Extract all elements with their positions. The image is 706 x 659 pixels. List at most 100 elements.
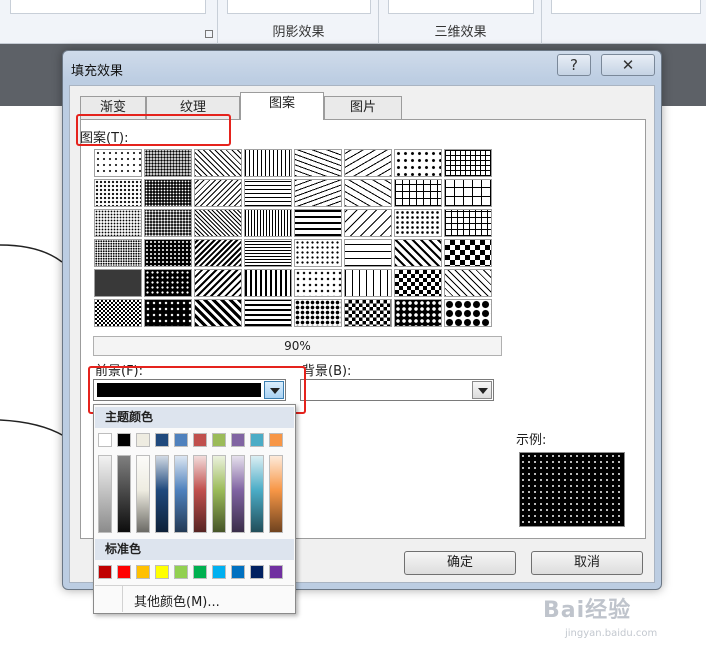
pattern-cell[interactable] — [444, 179, 492, 207]
theme-color-shade-column[interactable] — [98, 455, 112, 533]
theme-color-swatch[interactable] — [250, 433, 264, 447]
ribbon-group-label: 三维效果 — [434, 25, 487, 40]
standard-colors-header: 标准色 — [95, 539, 294, 560]
theme-color-swatch[interactable] — [193, 433, 207, 447]
theme-color-swatch[interactable] — [155, 433, 169, 447]
standard-color-row — [98, 565, 288, 579]
pattern-cell[interactable] — [94, 299, 142, 327]
theme-color-shade-column[interactable] — [212, 455, 226, 533]
pattern-cell[interactable] — [244, 209, 292, 237]
pattern-cell[interactable] — [294, 269, 342, 297]
theme-color-shade-column[interactable] — [174, 455, 188, 533]
pattern-cell[interactable] — [244, 239, 292, 267]
ribbon-control[interactable] — [10, 0, 206, 14]
pattern-cell[interactable] — [244, 179, 292, 207]
close-button[interactable]: ✕ — [601, 54, 655, 76]
theme-color-swatch[interactable] — [231, 433, 245, 447]
cancel-button[interactable]: 取消 — [531, 551, 643, 575]
theme-color-shade-column[interactable] — [250, 455, 264, 533]
pattern-cell[interactable] — [394, 269, 442, 297]
pattern-cell[interactable] — [144, 239, 192, 267]
pattern-cell[interactable] — [144, 269, 192, 297]
theme-color-swatch[interactable] — [174, 433, 188, 447]
dialog-launcher-icon[interactable] — [205, 30, 213, 38]
pattern-cell[interactable] — [244, 269, 292, 297]
pattern-cell[interactable] — [194, 239, 242, 267]
pattern-cell[interactable] — [294, 209, 342, 237]
pattern-cell[interactable] — [194, 179, 242, 207]
pattern-cell[interactable] — [94, 209, 142, 237]
theme-color-swatch[interactable] — [269, 433, 283, 447]
pattern-grid — [93, 148, 493, 328]
pattern-cell[interactable] — [394, 179, 442, 207]
pattern-cell[interactable] — [94, 149, 142, 177]
pattern-cell[interactable] — [244, 149, 292, 177]
theme-color-shade-column[interactable] — [117, 455, 131, 533]
theme-color-shade-column[interactable] — [231, 455, 245, 533]
pattern-cell[interactable] — [144, 149, 192, 177]
tab-picture[interactable]: 图片 — [324, 96, 402, 119]
pattern-cell[interactable] — [294, 149, 342, 177]
standard-color-swatch[interactable] — [269, 565, 283, 579]
standard-color-swatch[interactable] — [174, 565, 188, 579]
theme-color-shade-column[interactable] — [136, 455, 150, 533]
pattern-cell[interactable] — [94, 239, 142, 267]
pattern-cell[interactable] — [244, 299, 292, 327]
pattern-cell[interactable] — [344, 209, 392, 237]
standard-color-swatch[interactable] — [117, 565, 131, 579]
pattern-cell[interactable] — [344, 239, 392, 267]
pattern-cell[interactable] — [194, 149, 242, 177]
pattern-cell[interactable] — [144, 179, 192, 207]
pattern-cell[interactable] — [94, 269, 142, 297]
help-button[interactable]: ? — [557, 54, 591, 76]
pattern-cell[interactable] — [94, 179, 142, 207]
ok-button[interactable]: 确定 — [404, 551, 516, 575]
pattern-cell[interactable] — [394, 209, 442, 237]
standard-color-swatch[interactable] — [250, 565, 264, 579]
pattern-cell[interactable] — [294, 179, 342, 207]
pattern-cell[interactable] — [444, 149, 492, 177]
standard-color-swatch[interactable] — [212, 565, 226, 579]
standard-color-swatch[interactable] — [98, 565, 112, 579]
pattern-cell[interactable] — [194, 269, 242, 297]
theme-color-shade-column[interactable] — [193, 455, 207, 533]
more-colors-item[interactable]: 其他颜色(M)... — [134, 591, 220, 610]
standard-color-swatch[interactable] — [231, 565, 245, 579]
pattern-cell[interactable] — [344, 179, 392, 207]
pattern-cell[interactable] — [144, 209, 192, 237]
standard-color-swatch[interactable] — [193, 565, 207, 579]
pattern-cell[interactable] — [444, 209, 492, 237]
pattern-cell[interactable] — [394, 239, 442, 267]
ribbon: 阴影效果 三维效果 — [0, 0, 706, 44]
pattern-cell[interactable] — [294, 239, 342, 267]
pattern-cell[interactable] — [394, 149, 442, 177]
standard-color-swatch[interactable] — [136, 565, 150, 579]
pattern-cell[interactable] — [444, 269, 492, 297]
theme-color-shade-column[interactable] — [269, 455, 283, 533]
pattern-cell[interactable] — [394, 299, 442, 327]
pattern-cell[interactable] — [144, 299, 192, 327]
ribbon-control[interactable] — [388, 0, 534, 14]
theme-color-swatch[interactable] — [117, 433, 131, 447]
ribbon-control[interactable] — [227, 0, 371, 14]
standard-color-swatch[interactable] — [155, 565, 169, 579]
background-color-select[interactable] — [300, 379, 494, 401]
pattern-cell[interactable] — [194, 299, 242, 327]
theme-color-shade-column[interactable] — [155, 455, 169, 533]
ribbon-control[interactable] — [551, 0, 701, 14]
pattern-cell[interactable] — [344, 269, 392, 297]
pattern-cell[interactable] — [194, 209, 242, 237]
pattern-cell[interactable] — [294, 299, 342, 327]
background-label: 背景(B): — [302, 364, 352, 379]
pattern-cell[interactable] — [344, 299, 392, 327]
theme-color-swatch[interactable] — [98, 433, 112, 447]
chevron-down-icon — [478, 388, 488, 394]
dialog-title: 填充效果 — [71, 64, 124, 79]
theme-color-swatch[interactable] — [212, 433, 226, 447]
pattern-cell[interactable] — [444, 239, 492, 267]
theme-color-swatch[interactable] — [136, 433, 150, 447]
background-dropdown-button[interactable] — [472, 381, 492, 399]
pattern-cell[interactable] — [444, 299, 492, 327]
tab-pattern[interactable]: 图案 — [240, 92, 324, 120]
pattern-cell[interactable] — [344, 149, 392, 177]
